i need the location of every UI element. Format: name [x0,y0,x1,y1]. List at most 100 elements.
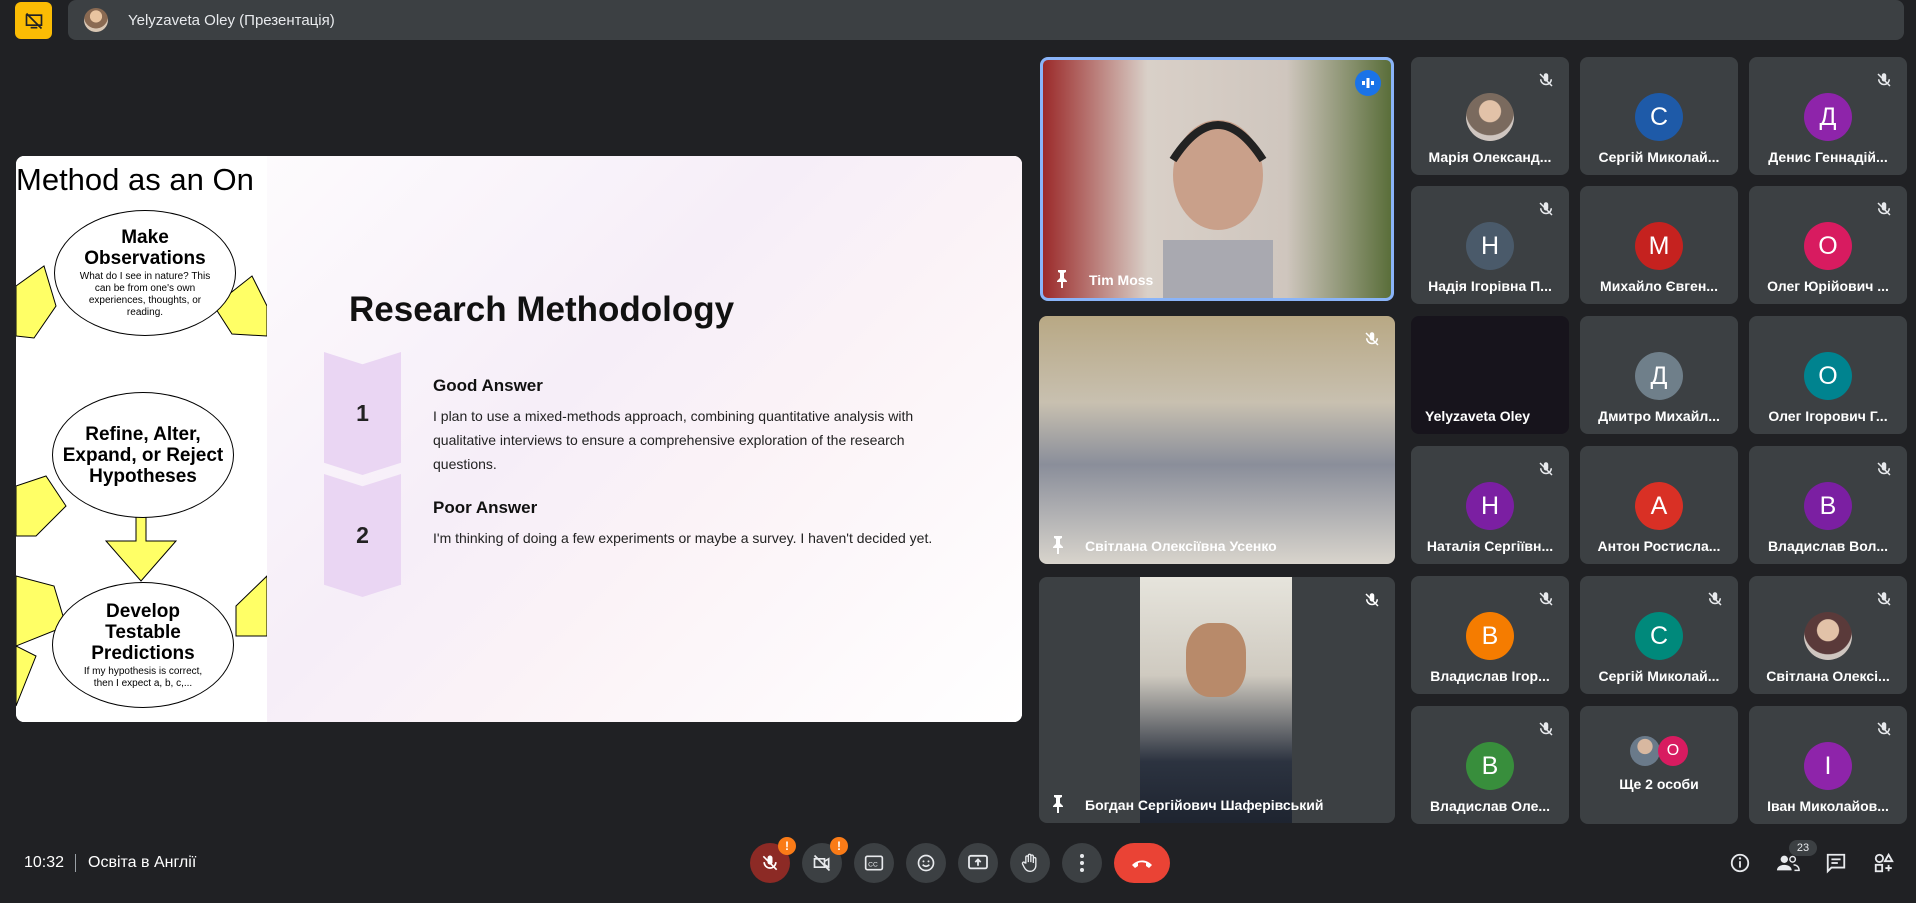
avatar: М [1635,222,1683,270]
video-tile-svitlana-usenko[interactable]: Світлана Олексіївна Усенко [1039,316,1395,564]
pin-icon[interactable] [1051,795,1065,813]
participant-tile[interactable]: М Михайло Євген... [1580,186,1738,304]
answer-body-2: I'm thinking of doing a few experiments … [433,530,933,546]
participant-tile[interactable]: В Владислав Вол... [1749,446,1907,564]
avatar: Н [1466,482,1514,530]
participant-tile[interactable]: Н Наталія Сергіївн... [1411,446,1569,564]
participant-tile[interactable]: С Сергій Миколай... [1580,57,1738,175]
participant-name: Наталія Сергіївн... [1426,538,1554,554]
step-number: 1 [356,400,369,426]
info-icon [1730,853,1750,873]
pin-icon[interactable] [1051,536,1065,554]
participant-name: Світлана Олексі... [1766,668,1890,684]
bubble-title: Make Observations [84,227,206,269]
avatar: С [1635,612,1683,660]
more-options-button[interactable] [1062,843,1102,883]
avatar: В [1804,482,1852,530]
participant-tile[interactable]: О Олег Ігорович Г... [1749,316,1907,434]
avatar: Н [1466,222,1514,270]
mic-off-icon [1708,592,1722,606]
avatar: А [1635,482,1683,530]
more-vert-icon [1080,854,1084,872]
answer-title-2: Poor Answer [433,498,538,517]
participant-tile[interactable]: Світлана Олексі... [1749,576,1907,694]
presenter-avatar [84,8,108,32]
avatar: О [1804,222,1852,270]
avatar: Д [1804,93,1852,141]
mic-off-icon [1365,593,1379,607]
microphone-toggle-button[interactable]: ! [750,837,796,883]
slide-heading: Research Methodology [349,290,735,329]
participant-tile[interactable]: В Владислав Оле... [1411,706,1569,824]
leave-call-button[interactable] [1114,843,1170,883]
scientific-method-diagram: Method as an On Make Observations What d… [16,156,267,722]
participant-name: Богдан Сергійович Шаферівський [1085,797,1324,813]
participant-tile[interactable]: Д Дмитро Михайл... [1580,316,1738,434]
participant-tile[interactable]: С Сергій Миколай... [1580,576,1738,694]
bubble-make-observations: Make Observations What do I see in natur… [54,210,236,336]
mic-off-icon [1539,592,1553,606]
participant-tile[interactable]: Н Надія Ігорівна П... [1411,186,1569,304]
presenter-banner[interactable]: Yelyzaveta Oley (Презентація) [68,0,1904,40]
mic-off-icon [1877,592,1891,606]
mic-off-icon [1877,722,1891,736]
activities-button[interactable] [1869,848,1899,878]
step-chevron-1: 1 [324,352,401,475]
mic-off-icon [1877,73,1891,87]
participant-name: Михайло Євген... [1600,278,1718,294]
participant-name: Олег Ігорович Г... [1768,408,1888,424]
participant-name: Yelyzaveta Oley [1425,408,1531,424]
camera-toggle-button[interactable]: ! [802,837,848,883]
present-screen-icon [968,854,988,870]
avatar: О [1804,352,1852,400]
avatar: О [1658,736,1688,766]
participant-tile[interactable]: В Владислав Ігор... [1411,576,1569,694]
participant-name: Надія Ігорівна П... [1428,278,1552,294]
participant-name: Дмитро Михайл... [1598,408,1720,424]
participant-name: Сергій Миколай... [1598,149,1720,165]
participant-name: Владислав Оле... [1429,798,1551,814]
more-participants-label: Ще 2 особи [1619,776,1699,792]
video-tile-tim-moss[interactable]: Tim Moss [1040,57,1394,301]
top-bar: Yelyzaveta Oley (Презентація) [0,0,1916,40]
presentation-indicator-button[interactable] [15,2,52,39]
shared-slide: Method as an On Make Observations What d… [16,156,1022,722]
participant-tile[interactable]: А Антон Ростисла... [1580,446,1738,564]
clock: 10:32 [24,854,65,871]
participant-tile[interactable]: Марія Олександ... [1411,57,1569,175]
participant-video [1140,577,1292,823]
avatar: В [1466,742,1514,790]
mic-off-icon [1539,73,1553,87]
participant-tile[interactable]: О Ще 2 особи [1580,706,1738,824]
activities-icon [1874,852,1894,873]
mic-off-icon [1877,462,1891,476]
hang-up-icon [1132,860,1152,868]
chat-button[interactable] [1821,848,1851,878]
mic-off-icon [1539,462,1553,476]
participant-name: Олег Юрійович ... [1767,278,1889,294]
avatar: І [1804,742,1852,790]
meeting-control-bar: 10:32 Освіта в Англії ! ! CC 23 [0,837,1916,890]
people-button[interactable] [1773,848,1803,878]
participant-name: Сергій Миколай... [1598,668,1720,684]
captions-button[interactable]: CC [854,843,894,883]
presenter-name: Yelyzaveta Oley (Презентація) [128,11,335,29]
video-tile-bohdan-shaferivskyi[interactable]: Богдан Сергійович Шаферівський [1039,577,1395,823]
bubble-subtitle: What do I see in nature? This can be fro… [79,271,211,318]
divider [75,854,76,872]
avatar: Д [1635,352,1683,400]
present-screen-button[interactable] [958,843,998,883]
reactions-button[interactable] [906,843,946,883]
participant-tile[interactable]: О Олег Юрійович ... [1749,186,1907,304]
camera-off-icon [813,854,831,872]
participant-tile[interactable]: Д Денис Геннадій... [1749,57,1907,175]
avatar: В [1466,612,1514,660]
warning-badge: ! [830,837,848,855]
raise-hand-button[interactable] [1010,843,1050,883]
meeting-details-button[interactable] [1725,848,1755,878]
bubble-testable-predictions: Develop Testable Predictions If my hypot… [52,582,234,708]
pin-icon[interactable] [1055,270,1069,288]
video-tile-yelyzaveta-oley[interactable]: Yelyzaveta Oley [1411,316,1569,434]
participant-tile[interactable]: І Іван Миколайов... [1749,706,1907,824]
avatar [1466,93,1514,141]
